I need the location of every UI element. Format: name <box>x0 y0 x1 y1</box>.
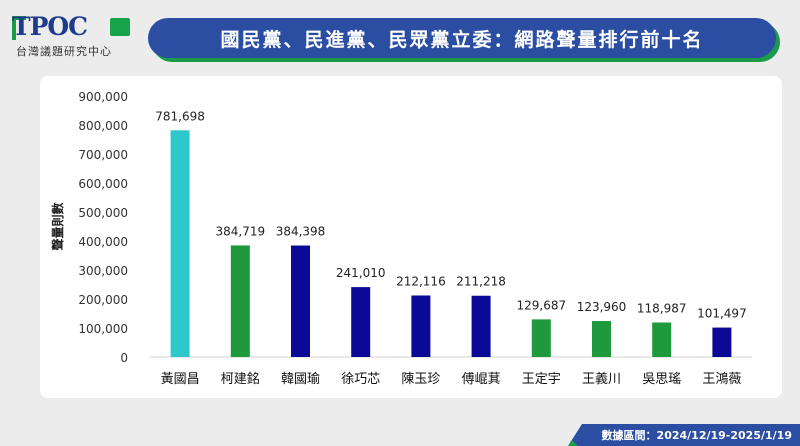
y-axis-label: 聲量則數 <box>50 202 65 250</box>
bar-chart: 聲量則數 0 100,000 200,000 300,000 400,000 500,000… <box>50 90 752 387</box>
bar <box>471 295 491 357</box>
date-range-footer: 數據區間：2024/12/19-2025/1/19 <box>568 424 800 446</box>
bar <box>531 319 551 357</box>
y-tick-label: 0 <box>120 351 128 365</box>
bar <box>712 327 732 357</box>
bar <box>170 130 190 357</box>
data-label: 129,687 <box>516 298 566 312</box>
x-tick-label: 黃國昌 <box>161 372 200 387</box>
bar <box>291 245 310 357</box>
data-label: 384,398 <box>276 225 326 239</box>
x-tick-label: 王鴻薇 <box>702 372 741 387</box>
data-label: 211,218 <box>456 275 506 289</box>
logo-badge-icon <box>110 18 130 36</box>
bar <box>230 245 250 357</box>
bar <box>592 321 611 357</box>
data-label: 241,010 <box>336 266 386 280</box>
data-label: 781,698 <box>155 109 205 123</box>
footer-accent-icon <box>568 436 578 446</box>
bar <box>351 287 371 357</box>
x-tick-label: 韓國瑜 <box>281 372 320 387</box>
x-tick-label: 柯建銘 <box>221 372 260 387</box>
data-label: 123,960 <box>577 300 627 314</box>
y-tick-label: 500,000 <box>78 206 128 220</box>
tpoc-logo: TPOC 台灣議題研究中心 <box>12 12 137 58</box>
data-label: 384,719 <box>215 224 265 238</box>
x-tick-label: 傅崐萁 <box>462 372 501 387</box>
date-range-text: 數據區間：2024/12/19-2025/1/19 <box>601 429 792 442</box>
bar <box>411 295 431 357</box>
x-tick-label: 王定宇 <box>522 372 561 387</box>
logo-subtitle: 台灣議題研究中心 <box>16 45 112 58</box>
y-tick-label: 400,000 <box>78 235 128 249</box>
y-tick-label: 600,000 <box>78 177 128 191</box>
y-tick-label: 700,000 <box>78 148 128 162</box>
x-tick-label: 吳思瑤 <box>642 372 681 387</box>
y-tick-label: 900,000 <box>78 90 128 104</box>
chart-title: 國民黨、民進黨、民眾黨立委：網路聲量排行前十名 <box>220 28 704 51</box>
chart-panel: 聲量則數 0 100,000 200,000 300,000 400,000 500,000… <box>40 76 782 398</box>
x-tick-label: 王義川 <box>582 371 621 387</box>
y-tick-label: 800,000 <box>78 119 128 133</box>
data-label: 101,497 <box>697 307 747 321</box>
x-tick-label: 陳玉珍 <box>401 372 440 387</box>
bar <box>652 322 672 357</box>
x-tick-label: 徐巧芯 <box>341 372 380 387</box>
data-label: 118,987 <box>637 301 687 315</box>
y-tick-label: 100,000 <box>78 322 128 336</box>
y-tick-label: 300,000 <box>78 264 128 278</box>
logo-text: TPOC <box>12 12 88 41</box>
data-label: 212,116 <box>396 274 446 288</box>
y-tick-label: 200,000 <box>78 293 128 307</box>
title-banner: 國民黨、民進黨、民眾黨立委：網路聲量排行前十名 <box>148 18 776 58</box>
